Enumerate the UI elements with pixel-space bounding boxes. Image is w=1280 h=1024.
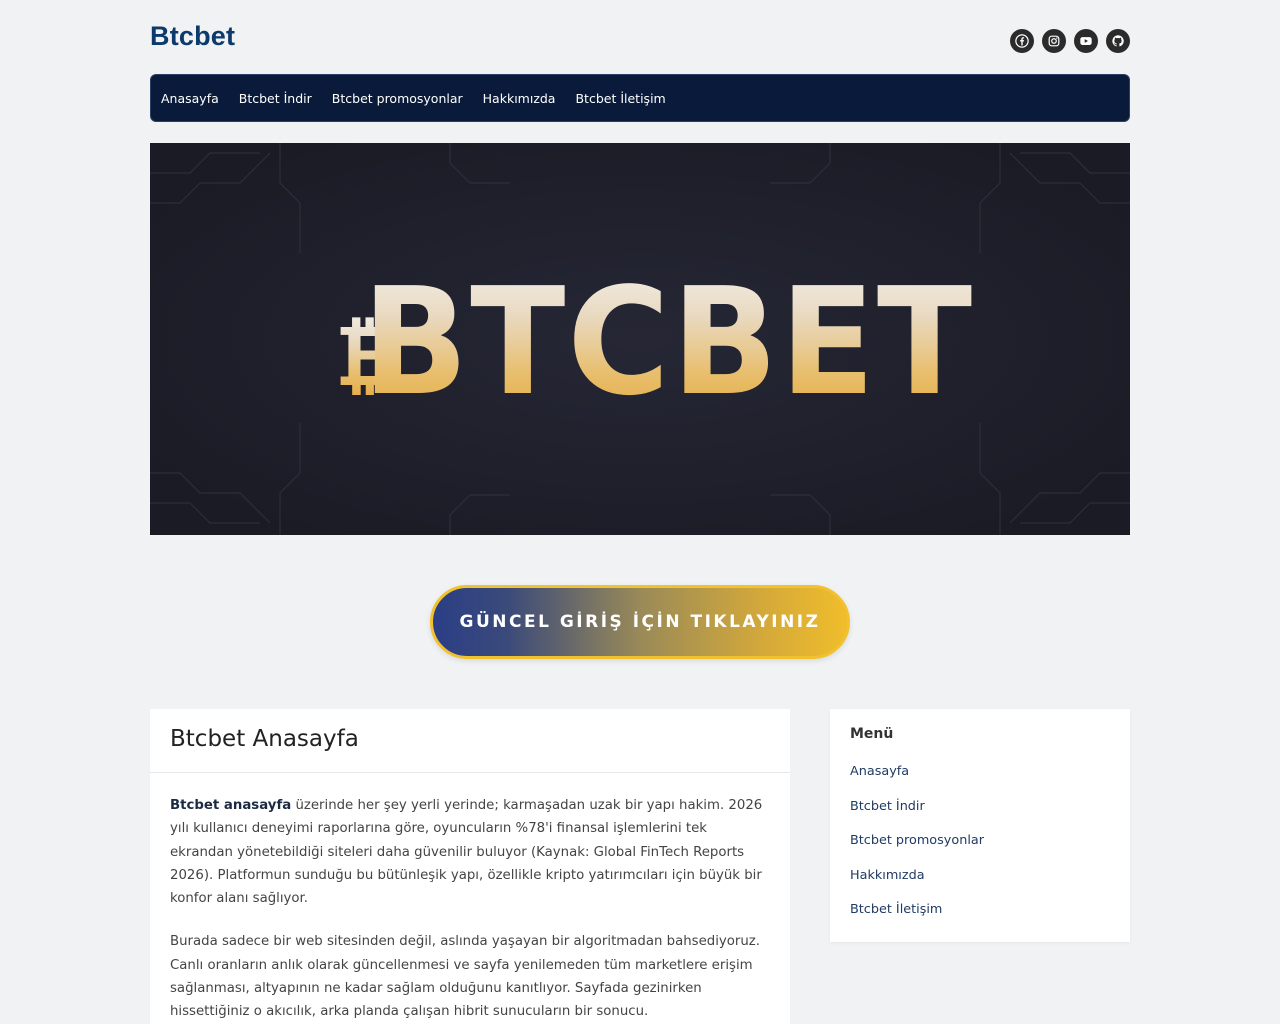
content-row: Btcbet Anasayfa Btcbet anasayfa üzerinde… — [150, 709, 1130, 1024]
sidebar-item-iletisim[interactable]: Btcbet İletişim — [850, 902, 984, 937]
sidebar-item-hakkimizda[interactable]: Hakkımızda — [850, 868, 984, 903]
youtube-icon[interactable] — [1074, 29, 1098, 53]
sidebar-item-anasayfa[interactable]: Anasayfa — [850, 764, 984, 799]
main-article: Btcbet Anasayfa Btcbet anasayfa üzerinde… — [150, 709, 790, 1024]
nav-item-anasayfa[interactable]: Anasayfa — [161, 91, 219, 106]
article-title: Btcbet Anasayfa — [150, 709, 790, 773]
hero-logo-text: BTCBET — [362, 256, 974, 428]
main-navigation: Anasayfa Btcbet İndir Btcbet promosyonla… — [150, 74, 1130, 122]
github-icon[interactable] — [1106, 29, 1130, 53]
social-links — [1010, 29, 1130, 53]
instagram-icon[interactable] — [1042, 29, 1066, 53]
article-paragraph-2: Burada sadece bir web sitesinden değil, … — [170, 934, 760, 1020]
sidebar-item-promosyonlar[interactable]: Btcbet promosyonlar — [850, 833, 984, 868]
sidebar-title: Menü — [850, 726, 894, 742]
article-paragraph-1: Btcbet anasayfa üzerinde her şey yerli y… — [170, 794, 770, 910]
article-body: Btcbet anasayfa üzerinde her şey yerli y… — [150, 773, 790, 1024]
hero-banner: ₿ BTCBET — [150, 143, 1130, 535]
sidebar-menu: Menü Anasayfa Btcbet İndir Btcbet promos… — [830, 709, 1130, 942]
nav-item-hakkimizda[interactable]: Hakkımızda — [483, 91, 556, 106]
site-title-link[interactable]: Btcbet — [150, 21, 235, 52]
nav-item-indir[interactable]: Btcbet İndir — [239, 91, 312, 106]
nav-item-promosyonlar[interactable]: Btcbet promosyonlar — [332, 91, 463, 106]
article-paragraph-1-text: üzerinde her şey yerli yerinde; karmaşad… — [170, 798, 763, 907]
nav-item-iletisim[interactable]: Btcbet İletişim — [575, 91, 665, 106]
page-wrapper: Btcbet Anasayfa Btcbet İndir Btcbet prom… — [150, 0, 1130, 1024]
sidebar-list: Anasayfa Btcbet İndir Btcbet promosyonla… — [850, 764, 984, 937]
sidebar-item-indir[interactable]: Btcbet İndir — [850, 799, 984, 834]
current-login-button[interactable]: GÜNCEL GİRİŞ İÇİN TIKLAYINIZ — [430, 585, 850, 659]
cta-section: GÜNCEL GİRİŞ İÇİN TIKLAYINIZ — [150, 535, 1130, 709]
article-bold-keyword: Btcbet anasayfa — [170, 798, 292, 813]
hero-banner-image: ₿ BTCBET — [150, 143, 1130, 535]
site-header: Btcbet — [150, 0, 1130, 74]
facebook-icon[interactable] — [1010, 29, 1034, 53]
